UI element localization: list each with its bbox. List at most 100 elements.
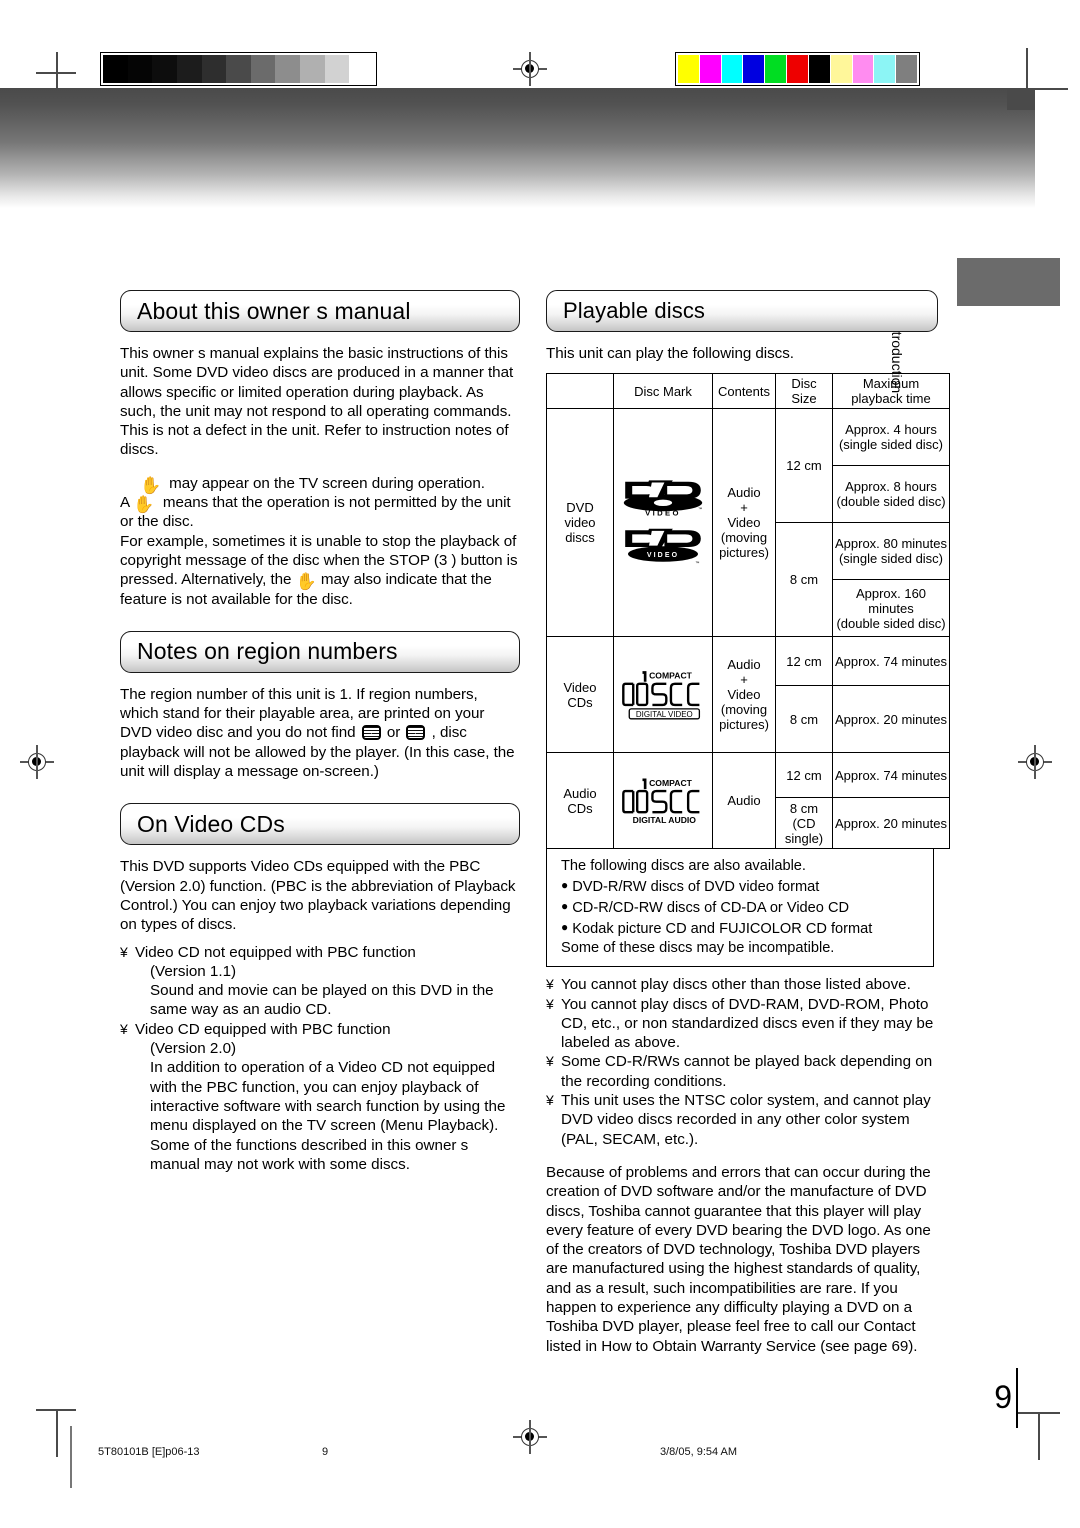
warning-text: You cannot play discs of DVD-RAM, DVD-RO… (561, 995, 934, 1052)
row-type-dvd-l1: DVD (566, 500, 594, 516)
footer-timestamp: 3/8/05, 9:54 AM (660, 1446, 738, 1458)
left-column: About this owner s manual This owner s m… (120, 290, 520, 1174)
contents-audio-cd: Audio (712, 752, 776, 850)
row-type-video-cd-l1: Video (563, 679, 597, 695)
video-cds-paragraph: This DVD supports Video CDs equipped wit… (120, 858, 516, 934)
note-box-item-text: CD-R/CD-RW discs of CD-DA or Video CD (572, 900, 850, 917)
row-type-video-cd: Video CDs (546, 636, 614, 754)
svg-text:VIDEO: VIDEO (645, 508, 681, 517)
note-box-outro: Some of these discs may be incompatible. (561, 940, 835, 957)
footer-page: 9 (322, 1446, 329, 1458)
bullet-sub-1: (Version 2.0) (150, 1040, 237, 1058)
digital-video-label: DIGITAL VIDEO (636, 710, 693, 719)
color-calibration-bar (675, 52, 920, 86)
disc-size-audio-cd-8cm-l3: single) (784, 830, 824, 846)
region-numbers-text-a: The region number of this unit is 1. If … (120, 685, 485, 742)
region-numbers-text: The region number of this unit is 1. If … (120, 685, 520, 781)
playback-time-cell: Approx. 20 minutes (832, 797, 950, 850)
list-item: ¥ You cannot play discs other than those… (546, 975, 938, 994)
table-row: Audio CDs COMPACT DIGITAL AUDIO Audio 12… (546, 752, 950, 850)
row-type-video-cd-l2: CDs (567, 694, 593, 710)
bullet-dot-icon: ● (561, 878, 569, 893)
contents-video-cd-l5: pictures) (719, 717, 769, 733)
additional-discs-note-box: The following discs are also available. … (546, 849, 934, 968)
header-disc-size-l2: Size (791, 391, 817, 407)
section-heading-playable-discs: Playable discs (546, 290, 938, 332)
header-band-corner (1007, 88, 1035, 110)
bullet-marker: ¥ (120, 1020, 128, 1037)
row-type-audio-cd-l2: CDs (567, 800, 593, 816)
playback-time-cell: Approx. 20 minutes (832, 685, 950, 754)
note-box-item-text: DVD-R/RW discs of DVD video format (572, 879, 820, 896)
table-row: DVD video discs VIDEO ™ VIDEO ™ Audio + … (546, 408, 950, 638)
contents-dvd: Audio + Video (moving pictures) (712, 408, 776, 638)
header-max-playback: Maximum playback time (832, 373, 950, 410)
contents-video-cd-l2: + (740, 672, 748, 688)
note-box-intro: The following discs are also available. (561, 858, 806, 875)
playback-time-l2: (double sided disc) (836, 615, 946, 631)
table-row: Video CDs COMPACT DIGITAL VIDEO Audio + … (546, 636, 950, 754)
playback-time-l1: Approx. 80 minutes (834, 536, 947, 552)
region-numbers-or: or (386, 724, 401, 742)
disc-size-audio-cd-12cm: 12 cm (775, 752, 833, 799)
footer-rule (70, 1426, 72, 1488)
header-disc-mark: Disc Mark (613, 373, 713, 410)
disc-size-audio-cd-8cm-l2: (CD (792, 815, 816, 831)
list-item: ¥ You cannot play discs of DVD-RAM, DVD-… (546, 995, 938, 1053)
grayscale-calibration-bar (100, 52, 377, 86)
disc-mark-dvd-cell: VIDEO ™ VIDEO ™ (613, 408, 713, 638)
bullet-heading: Video CD equipped with PBC function (135, 1020, 391, 1038)
crop-mark-bl-v (56, 1409, 58, 1457)
page-number-rule (1016, 1368, 1018, 1428)
playback-time-l2: (double sided disc) (836, 494, 946, 510)
crop-mark-br-v (1038, 1412, 1040, 1460)
row-type-audio-cd-l1: Audio (563, 785, 597, 801)
playback-time-l2: (single sided disc) (838, 437, 944, 453)
hand-note-line-1: may appear on the TV screen during opera… (169, 474, 485, 492)
digital-audio-label: DIGITAL AUDIO (633, 815, 697, 825)
contents-video-cd-l4: (moving (720, 702, 768, 718)
right-column: Playable discs This unit can play the fo… (546, 290, 950, 1356)
playback-time-cell: Approx. 8 hours (double sided disc) (832, 465, 950, 524)
page-number: 9 (994, 1379, 1012, 1415)
contents-video-cd: Audio + Video (moving pictures) (712, 636, 776, 754)
about-manual-hand-notes: ✋ may appear on the TV screen during oper… (120, 474, 511, 531)
about-manual-paragraph-1: This owner s manual explains the basic i… (120, 345, 514, 459)
region-globe-icon-2 (406, 725, 426, 741)
registration-mark-top (513, 52, 547, 86)
bullet-sub-1: (Version 1.1) (150, 962, 237, 980)
list-item: ¥ Video CD equipped with PBC function (V… (120, 1020, 520, 1174)
svg-text:VIDEO: VIDEO (647, 552, 679, 559)
disc-size-dvd-12cm: 12 cm (775, 408, 833, 524)
bullet-marker: ¥ (546, 995, 554, 1012)
bullet-sub-2: Sound and movie can be played on this DV… (150, 982, 494, 1019)
disc-size-audio-cd-8cm: 8 cm (CD single) (775, 797, 833, 850)
playback-time-cell: Approx. 74 minutes (832, 636, 950, 687)
svg-text:™: ™ (695, 560, 699, 565)
crop-mark-tl-h (36, 72, 76, 74)
contents-dvd-l2: + (740, 500, 748, 516)
section-heading-video-cds: On Video CDs (120, 803, 520, 846)
contents-video-cd-l3: Video (727, 687, 761, 703)
table-header-row: Disc Mark Contents Disc Size Maximum pla… (546, 373, 950, 410)
warnings-list: ¥ You cannot play discs other than those… (546, 975, 938, 1149)
disc-size-dvd-8cm: 8 cm (775, 522, 833, 638)
note-box-item: ● DVD-R/RW discs of DVD video format (561, 876, 923, 897)
contents-video-cd-l1: Audio (727, 657, 761, 673)
registration-mark-left (20, 745, 54, 779)
contents-dvd-l4: (moving (720, 530, 768, 546)
disc-size-video-cd-12cm: 12 cm (775, 636, 833, 687)
disc-mark-video-cd-cell: COMPACT DIGITAL VIDEO (613, 636, 713, 754)
list-item: ¥ This unit uses the NTSC color system, … (546, 1091, 938, 1149)
compact-disc-digital-audio-logo-icon: COMPACT DIGITAL AUDIO (622, 778, 700, 825)
playable-discs-table: Disc Mark Contents Disc Size Maximum pla… (546, 373, 950, 850)
crop-mark-tr-v (1026, 48, 1028, 88)
row-type-dvd-l2: video (564, 515, 596, 531)
bullet-dot-icon: ● (561, 899, 569, 914)
bullet-marker: ¥ (120, 943, 128, 960)
disc-mark-audio-cd-cell: COMPACT DIGITAL AUDIO (613, 752, 713, 850)
bullet-dot-icon: ● (561, 920, 569, 935)
bullet-marker: ¥ (546, 1053, 554, 1070)
playback-time-cell: Approx. 4 hours (single sided disc) (832, 408, 950, 467)
header-gradient-band (0, 88, 1035, 208)
